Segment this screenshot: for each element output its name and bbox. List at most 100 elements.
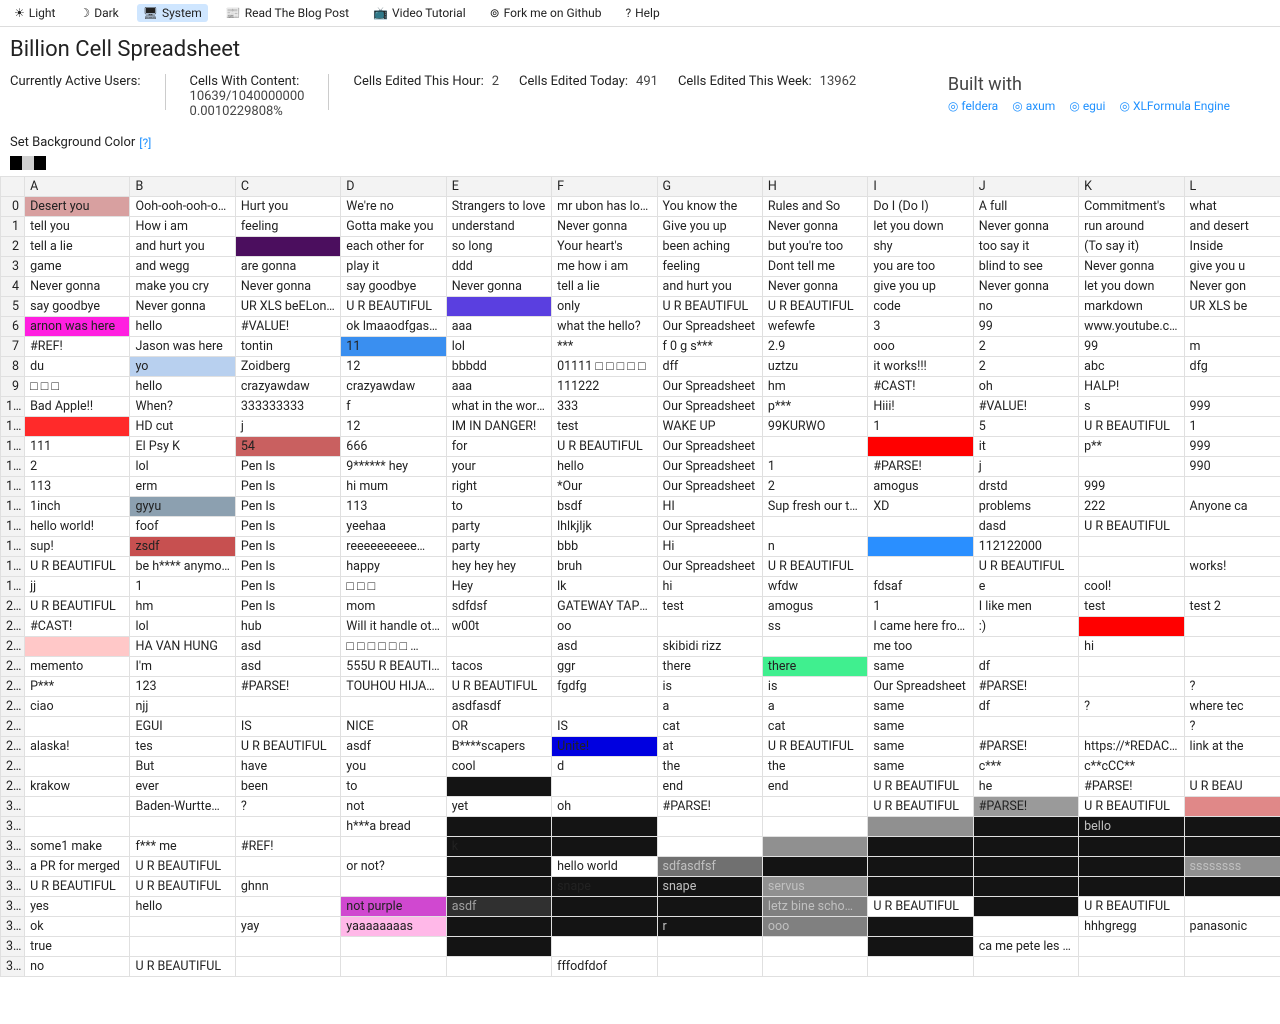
cell-C22[interactable]: asd xyxy=(235,637,340,657)
cell-A2[interactable]: tell a lie xyxy=(25,237,130,257)
row-header[interactable]: 18 xyxy=(1,557,25,577)
row-header[interactable]: 22 xyxy=(1,637,25,657)
cell-A12[interactable]: 111 xyxy=(25,437,130,457)
row-header[interactable]: 1 xyxy=(1,217,25,237)
cell-D17[interactable]: reeeeeeeeee… xyxy=(341,537,446,557)
cell-C34[interactable]: ghnn xyxy=(235,877,340,897)
cell-H2[interactable]: but you're too xyxy=(762,237,867,257)
row-header[interactable]: 23 xyxy=(1,657,25,677)
video-link[interactable]: 📺Video Tutorial xyxy=(367,4,472,22)
column-header-I[interactable]: I xyxy=(868,177,973,197)
cell-J34[interactable] xyxy=(973,877,1078,897)
column-header-C[interactable]: C xyxy=(235,177,340,197)
cell-F2[interactable]: Your heart's xyxy=(552,237,657,257)
cell-J35[interactable] xyxy=(973,897,1078,917)
cell-F15[interactable]: bsdf xyxy=(552,497,657,517)
row-header[interactable]: 6 xyxy=(1,317,25,337)
cell-F7[interactable]: *** xyxy=(552,337,657,357)
cell-F17[interactable]: bbb xyxy=(552,537,657,557)
cell-A28[interactable] xyxy=(25,757,130,777)
cell-L10[interactable]: 999 xyxy=(1184,397,1280,417)
row-header[interactable]: 28 xyxy=(1,757,25,777)
cell-J38[interactable] xyxy=(973,957,1078,977)
cell-B38[interactable]: U R BEAUTIFUL xyxy=(130,957,235,977)
cell-I12[interactable] xyxy=(868,437,973,457)
cell-D8[interactable]: 12 xyxy=(341,357,446,377)
cell-C37[interactable] xyxy=(235,937,340,957)
row-header[interactable]: 11 xyxy=(1,417,25,437)
cell-D19[interactable]: □ □ □ xyxy=(341,577,446,597)
cell-J15[interactable]: problems xyxy=(973,497,1078,517)
cell-E30[interactable]: yet xyxy=(446,797,551,817)
row-header[interactable]: 17 xyxy=(1,537,25,557)
cell-B15[interactable]: gyyu xyxy=(130,497,235,517)
cell-F24[interactable]: fgdfg xyxy=(552,677,657,697)
color-swatch[interactable] xyxy=(22,156,34,170)
cell-L23[interactable] xyxy=(1184,657,1280,677)
cell-E36[interactable] xyxy=(446,917,551,937)
cell-I14[interactable]: amogus xyxy=(868,477,973,497)
cell-D29[interactable]: to xyxy=(341,777,446,797)
cell-E15[interactable]: to xyxy=(446,497,551,517)
cell-E32[interactable]: k xyxy=(446,837,551,857)
cell-J16[interactable]: dasd xyxy=(973,517,1078,537)
cell-K2[interactable]: (To say it) xyxy=(1079,237,1184,257)
cell-I7[interactable]: ooo xyxy=(868,337,973,357)
cell-C2[interactable] xyxy=(235,237,340,257)
cell-B8[interactable]: yo xyxy=(130,357,235,377)
cell-B14[interactable]: erm xyxy=(130,477,235,497)
cell-B36[interactable] xyxy=(130,917,235,937)
cell-I8[interactable]: it works!!! xyxy=(868,357,973,377)
cell-J6[interactable]: 99 xyxy=(973,317,1078,337)
cell-D20[interactable]: mom xyxy=(341,597,446,617)
cell-I35[interactable]: U R BEAUTIFUL xyxy=(868,897,973,917)
cell-G20[interactable]: test xyxy=(657,597,762,617)
cell-C21[interactable]: hub xyxy=(235,617,340,637)
row-header[interactable]: 12 xyxy=(1,437,25,457)
cell-G37[interactable] xyxy=(657,937,762,957)
cell-C25[interactable] xyxy=(235,697,340,717)
cell-K15[interactable]: 222 xyxy=(1079,497,1184,517)
cell-L38[interactable] xyxy=(1184,957,1280,977)
cell-K10[interactable]: s xyxy=(1079,397,1184,417)
cell-H15[interactable]: Sup fresh our t… xyxy=(762,497,867,517)
cell-H17[interactable]: n xyxy=(762,537,867,557)
cell-A35[interactable]: yes xyxy=(25,897,130,917)
cell-C7[interactable]: tontin xyxy=(235,337,340,357)
cell-C28[interactable]: have xyxy=(235,757,340,777)
cell-J7[interactable]: 2 xyxy=(973,337,1078,357)
cell-I31[interactable] xyxy=(868,817,973,837)
cell-E28[interactable]: cool xyxy=(446,757,551,777)
cell-H21[interactable]: ss xyxy=(762,617,867,637)
cell-H28[interactable]: the xyxy=(762,757,867,777)
row-header[interactable]: 9 xyxy=(1,377,25,397)
cell-A9[interactable]: □ □ □ xyxy=(25,377,130,397)
cell-J20[interactable]: I like men xyxy=(973,597,1078,617)
cell-H13[interactable]: 1 xyxy=(762,457,867,477)
cell-I17[interactable] xyxy=(868,537,973,557)
cell-A22[interactable] xyxy=(25,637,130,657)
cell-A5[interactable]: say goodbye xyxy=(25,297,130,317)
cell-I16[interactable] xyxy=(868,517,973,537)
cell-A4[interactable]: Never gonna xyxy=(25,277,130,297)
cell-I2[interactable]: shy xyxy=(868,237,973,257)
cell-D21[interactable]: Will it handle ot… xyxy=(341,617,446,637)
cell-F6[interactable]: what the hello? xyxy=(552,317,657,337)
cell-J4[interactable]: Never gonna xyxy=(973,277,1078,297)
cell-I0[interactable]: Do I (Do I) xyxy=(868,197,973,217)
cell-L24[interactable]: ? xyxy=(1184,677,1280,697)
row-header[interactable]: 35 xyxy=(1,897,25,917)
cell-K17[interactable] xyxy=(1079,537,1184,557)
cell-F14[interactable]: *Our xyxy=(552,477,657,497)
cell-L8[interactable]: dfg xyxy=(1184,357,1280,377)
cell-L30[interactable] xyxy=(1184,797,1280,817)
cell-E18[interactable]: hey hey hey xyxy=(446,557,551,577)
cell-G28[interactable]: the xyxy=(657,757,762,777)
cell-H7[interactable]: 2.9 xyxy=(762,337,867,357)
cell-G2[interactable]: been aching xyxy=(657,237,762,257)
cell-A14[interactable]: 113 xyxy=(25,477,130,497)
cell-B28[interactable]: But xyxy=(130,757,235,777)
cell-D12[interactable]: 666 xyxy=(341,437,446,457)
cell-G14[interactable]: Our Spreadsheet xyxy=(657,477,762,497)
cell-K6[interactable]: www.youtube.c… xyxy=(1079,317,1184,337)
